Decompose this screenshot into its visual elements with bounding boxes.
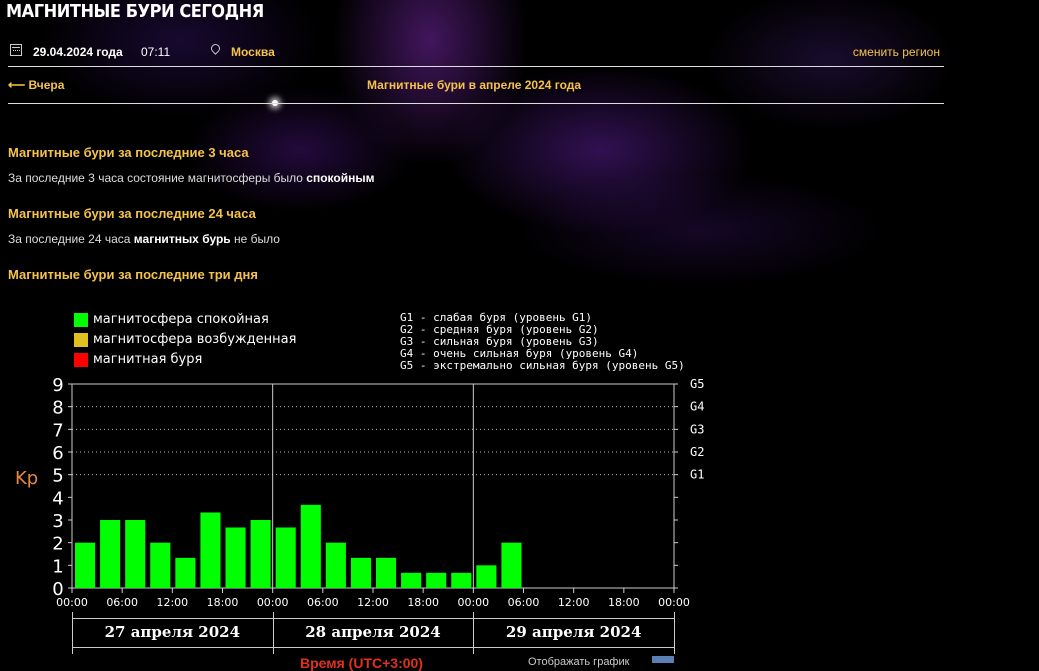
kp-bar bbox=[150, 542, 171, 588]
change-region-link[interactable]: сменить регион bbox=[853, 45, 940, 59]
x-tick-label: 12:00 bbox=[156, 596, 188, 609]
x-tick-label: 00:00 bbox=[56, 596, 88, 609]
chart-footer: Время (UTC+3:00) Отображать график bbox=[0, 656, 1039, 670]
y-tick-label: 5 bbox=[52, 466, 63, 487]
y-tick-label: 9 bbox=[52, 375, 63, 396]
legend-label-excited: магнитосфера возбужденная bbox=[93, 332, 297, 347]
heading-last-3-hours: Магнитные бури за последние 3 часа bbox=[8, 145, 249, 160]
day-bracket-tick bbox=[674, 612, 675, 654]
kp-bar bbox=[401, 572, 422, 588]
divider-nav bbox=[8, 103, 944, 104]
x-tick-label: 12:00 bbox=[558, 596, 590, 609]
heading-last-24-hours: Магнитные бури за последние 24 часа bbox=[8, 206, 256, 221]
site-title[interactable]: МАГНИТНЫЕ БУРИ СЕГОДНЯ bbox=[6, 1, 264, 22]
kp-bar bbox=[476, 565, 497, 588]
g-level-label: G1 bbox=[690, 468, 704, 482]
day-label: 29 апреля 2024 bbox=[505, 623, 642, 641]
day-bracket-tick bbox=[473, 612, 475, 654]
y-tick-label: 1 bbox=[52, 556, 63, 577]
x-tick-label: 00:00 bbox=[457, 596, 489, 609]
kp-index-chart: 0123456789G1G2G3G4G5Kp00:00 06:00 12:00 18:… bbox=[15, 375, 704, 609]
text-last-3-hours: За последние 3 часа состояние магнитосфе… bbox=[8, 171, 374, 185]
kp-bar bbox=[250, 520, 271, 588]
x-tick-label: 18:00 bbox=[608, 596, 640, 609]
y-axis-label: Kp bbox=[15, 468, 38, 489]
x-tick-label: 18:00 bbox=[207, 596, 239, 609]
day-label: 27 апреля 2024 bbox=[104, 623, 241, 641]
divider-top bbox=[8, 66, 944, 67]
g-level-label: G2 bbox=[690, 445, 704, 459]
legend-label-storm: магнитная буря bbox=[93, 352, 203, 367]
y-tick-label: 7 bbox=[52, 420, 63, 441]
kp-bar bbox=[125, 520, 146, 588]
kp-bar bbox=[501, 542, 522, 588]
yesterday-link[interactable]: ⟵ Вчера bbox=[8, 78, 64, 92]
x-tick-label: 12:00 bbox=[357, 596, 389, 609]
text-last-3-hours-prefix: За последние 3 часа состояние магнитосфе… bbox=[8, 171, 307, 185]
month-archive-link[interactable]: Магнитные бури в апреле 2024 года bbox=[367, 78, 581, 92]
legend-swatch-excited bbox=[74, 333, 88, 347]
y-tick-label: 4 bbox=[52, 488, 63, 509]
chart-day-labels: 27 апреля 2024 28 апреля 2024 29 апреля 20… bbox=[72, 612, 675, 654]
g-level-label: G5 bbox=[690, 377, 704, 391]
current-date: 29.04.2024 года bbox=[33, 45, 123, 59]
x-tick-label: 06:00 bbox=[307, 596, 339, 609]
storm-level-legend: G1 - слабая буря (уровень G1) G2 - средн… bbox=[400, 312, 685, 372]
x-tick-label: 06:00 bbox=[106, 596, 138, 609]
kp-bar bbox=[275, 527, 296, 588]
text-last-24-hours-status: магнитных бурь bbox=[133, 232, 231, 246]
y-tick-label: 2 bbox=[52, 534, 63, 555]
kp-bar bbox=[325, 542, 346, 588]
g-level-label: G4 bbox=[690, 400, 704, 414]
kp-bar bbox=[200, 512, 221, 588]
x-tick-label: 00:00 bbox=[658, 596, 690, 609]
display-chart-label: Отображать график bbox=[528, 656, 630, 668]
legend-swatch-storm bbox=[74, 353, 88, 367]
display-chart-toggle[interactable] bbox=[652, 656, 674, 663]
text-last-24-hours-prefix: За последние 24 часа bbox=[8, 232, 134, 246]
kp-bar bbox=[376, 557, 397, 588]
kp-bar bbox=[451, 572, 472, 588]
kp-bar bbox=[100, 520, 121, 588]
y-tick-label: 8 bbox=[52, 398, 63, 419]
city-link[interactable]: Москва bbox=[231, 45, 275, 59]
kp-bar bbox=[350, 557, 371, 588]
x-tick-label: 00:00 bbox=[257, 596, 289, 609]
legend-label-calm: магнитосфера спокойная bbox=[93, 312, 269, 327]
kp-bar bbox=[75, 542, 96, 588]
legend-swatch-calm bbox=[74, 313, 88, 327]
heading-last-3-days: Магнитные бури за последние три дня bbox=[8, 267, 258, 282]
g-level-label: G3 bbox=[690, 422, 704, 436]
timezone-label: Время (UTC+3:00) bbox=[300, 655, 423, 671]
kp-bar bbox=[225, 527, 246, 588]
text-last-24-hours-suffix: не было bbox=[230, 232, 280, 246]
day-bracket-tick bbox=[72, 612, 73, 654]
text-last-3-hours-status: спокойным bbox=[306, 171, 375, 185]
kp-bar bbox=[426, 572, 447, 588]
text-last-24-hours: За последние 24 часа магнитных бурь не б… bbox=[8, 232, 280, 246]
x-tick-label: 06:00 bbox=[508, 596, 540, 609]
x-tick-label: 18:00 bbox=[407, 596, 439, 609]
current-time: 07:11 bbox=[141, 45, 171, 59]
kp-bar bbox=[175, 557, 196, 588]
day-bracket-tick bbox=[272, 612, 274, 654]
kp-bar bbox=[300, 504, 321, 588]
y-tick-label: 3 bbox=[52, 511, 63, 532]
day-label: 28 апреля 2024 bbox=[305, 623, 441, 641]
calendar-icon bbox=[10, 44, 22, 56]
y-tick-label: 6 bbox=[52, 443, 63, 464]
